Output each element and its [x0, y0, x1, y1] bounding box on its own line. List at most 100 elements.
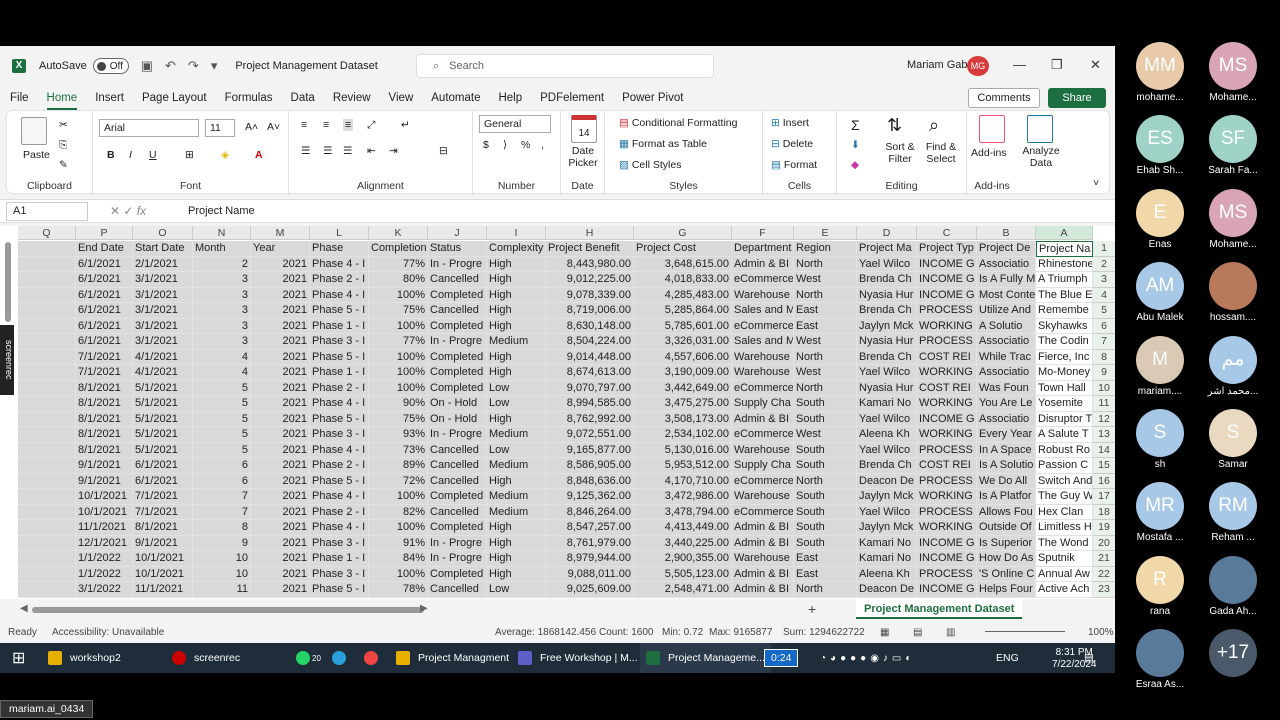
- table-cell[interactable]: 8,443,980.00: [546, 256, 634, 272]
- row-number[interactable]: 10: [1093, 380, 1115, 396]
- table-cell[interactable]: 10: [193, 566, 251, 582]
- header-cell[interactable]: Project Na: [1036, 241, 1093, 257]
- table-cell[interactable]: Deacon De: [857, 582, 917, 598]
- header-cell[interactable]: Project Cost: [634, 241, 732, 257]
- table-cell[interactable]: Admin & BI: [732, 256, 794, 272]
- table-cell[interactable]: 9,070,797.00: [546, 380, 634, 396]
- table-cell[interactable]: 2021: [251, 442, 310, 458]
- table-cell[interactable]: Phase 4 - I: [310, 396, 369, 412]
- table-cell[interactable]: Phase 4 - I: [310, 442, 369, 458]
- shrink-font-icon[interactable]: A˅: [267, 121, 280, 133]
- table-cell[interactable]: 6/1/2021: [76, 256, 133, 272]
- table-cell[interactable]: 3: [193, 303, 251, 319]
- table-cell[interactable]: South: [794, 458, 857, 474]
- table-cell[interactable]: High: [487, 256, 546, 272]
- share-button[interactable]: Share: [1048, 88, 1106, 108]
- column-header[interactable]: E: [794, 226, 857, 240]
- column-header[interactable]: L: [310, 226, 369, 240]
- table-cell[interactable]: Phase 2 - I: [310, 380, 369, 396]
- table-cell[interactable]: While Trac: [977, 349, 1036, 365]
- table-cell[interactable]: [18, 504, 76, 520]
- table-cell[interactable]: 10/1/2021: [76, 504, 133, 520]
- formula-input[interactable]: Project Name: [188, 205, 255, 217]
- table-cell[interactable]: 8/1/2021: [133, 520, 193, 536]
- table-cell[interactable]: Phase 1 - I: [310, 365, 369, 381]
- align-right-icon[interactable]: ☰: [343, 145, 352, 157]
- table-cell[interactable]: Admin & BI: [732, 566, 794, 582]
- table-cell[interactable]: 2021: [251, 349, 310, 365]
- table-cell[interactable]: A Salute T: [1036, 427, 1093, 443]
- column-header[interactable]: Q: [18, 226, 76, 240]
- table-cell[interactable]: eCommerce: [732, 473, 794, 489]
- row-number[interactable]: 8: [1093, 349, 1115, 365]
- table-cell[interactable]: 5,130,016.00: [634, 442, 732, 458]
- row-number[interactable]: 21: [1093, 551, 1115, 567]
- currency-icon[interactable]: $: [483, 139, 489, 151]
- participant-tile[interactable]: SF Sarah Fa...: [1198, 115, 1268, 176]
- table-cell[interactable]: 7/1/2021: [76, 349, 133, 365]
- table-cell[interactable]: Warehouse: [732, 365, 794, 381]
- table-cell[interactable]: Cancelled: [428, 272, 487, 288]
- grow-font-icon[interactable]: A˄: [245, 121, 258, 133]
- recording-timer[interactable]: 0:24: [764, 643, 799, 673]
- table-cell[interactable]: eCommerce: [732, 272, 794, 288]
- table-cell[interactable]: Town Hall: [1036, 380, 1093, 396]
- table-cell[interactable]: 91%: [369, 535, 428, 551]
- table-cell[interactable]: 5,785,601.00: [634, 318, 732, 334]
- row-number[interactable]: 7: [1093, 334, 1115, 350]
- table-cell[interactable]: 8,719,006.00: [546, 303, 634, 319]
- table-cell[interactable]: 6/1/2021: [133, 473, 193, 489]
- scroll-left-icon[interactable]: ◀: [20, 603, 28, 614]
- table-cell[interactable]: How Do As: [977, 551, 1036, 567]
- table-cell[interactable]: [18, 380, 76, 396]
- table-cell[interactable]: 6/1/2021: [76, 272, 133, 288]
- row-number[interactable]: 13: [1093, 427, 1115, 443]
- align-bottom-icon[interactable]: ≡: [343, 119, 354, 131]
- table-cell[interactable]: Nyasia Hur: [857, 380, 917, 396]
- table-cell[interactable]: 8/1/2021: [76, 380, 133, 396]
- sort-filter-button[interactable]: Sort & Filter: [883, 141, 917, 165]
- table-cell[interactable]: Yael Wilco: [857, 256, 917, 272]
- table-cell[interactable]: Jaylyn Mck: [857, 318, 917, 334]
- table-cell[interactable]: 2,900,355.00: [634, 551, 732, 567]
- header-cell[interactable]: Month: [193, 241, 251, 257]
- row-number[interactable]: 20: [1093, 535, 1115, 551]
- tab-view[interactable]: View: [381, 86, 422, 110]
- table-cell[interactable]: 100%: [369, 287, 428, 303]
- table-cell[interactable]: Warehouse: [732, 287, 794, 303]
- row-number[interactable]: 6: [1093, 318, 1115, 334]
- participant-tile[interactable]: S Samar: [1198, 409, 1268, 470]
- table-cell[interactable]: Brenda Ch: [857, 272, 917, 288]
- align-top-icon[interactable]: ≡: [301, 119, 307, 131]
- table-cell[interactable]: 9,125,362.00: [546, 489, 634, 505]
- participant-tile[interactable]: RM Reham ...: [1198, 482, 1268, 543]
- table-cell[interactable]: 1/1/2022: [76, 551, 133, 567]
- table-cell[interactable]: 3: [193, 318, 251, 334]
- table-cell[interactable]: In - Progre: [428, 551, 487, 567]
- table-cell[interactable]: Warehouse: [732, 551, 794, 567]
- comments-button[interactable]: Comments: [968, 88, 1040, 108]
- table-cell[interactable]: [18, 272, 76, 288]
- table-cell[interactable]: Medium: [487, 427, 546, 443]
- table-cell[interactable]: Robust Ro: [1036, 442, 1093, 458]
- table-cell[interactable]: COST REI: [917, 458, 977, 474]
- table-cell[interactable]: Supply Cha: [732, 458, 794, 474]
- table-cell[interactable]: We Do All: [977, 473, 1036, 489]
- table-cell[interactable]: You Are Le: [977, 396, 1036, 412]
- copy-icon[interactable]: ⎘: [59, 139, 67, 152]
- table-cell[interactable]: 9/1/2021: [76, 458, 133, 474]
- table-cell[interactable]: 3/1/2022: [76, 582, 133, 598]
- table-cell[interactable]: 7/1/2021: [133, 489, 193, 505]
- row-number[interactable]: 9: [1093, 365, 1115, 381]
- table-cell[interactable]: 100%: [369, 380, 428, 396]
- table-cell[interactable]: WORKING: [917, 520, 977, 536]
- taskbar-teams[interactable]: Free Workshop | M...: [518, 643, 638, 673]
- table-cell[interactable]: 7/1/2021: [133, 504, 193, 520]
- participant-tile[interactable]: Rrana: [1125, 555, 1195, 617]
- table-cell[interactable]: 90%: [369, 396, 428, 412]
- table-cell[interactable]: 100%: [369, 489, 428, 505]
- table-cell[interactable]: [18, 334, 76, 350]
- tab-home[interactable]: Home: [39, 86, 86, 110]
- table-cell[interactable]: Low: [487, 582, 546, 598]
- table-cell[interactable]: Phase 2 - I: [310, 458, 369, 474]
